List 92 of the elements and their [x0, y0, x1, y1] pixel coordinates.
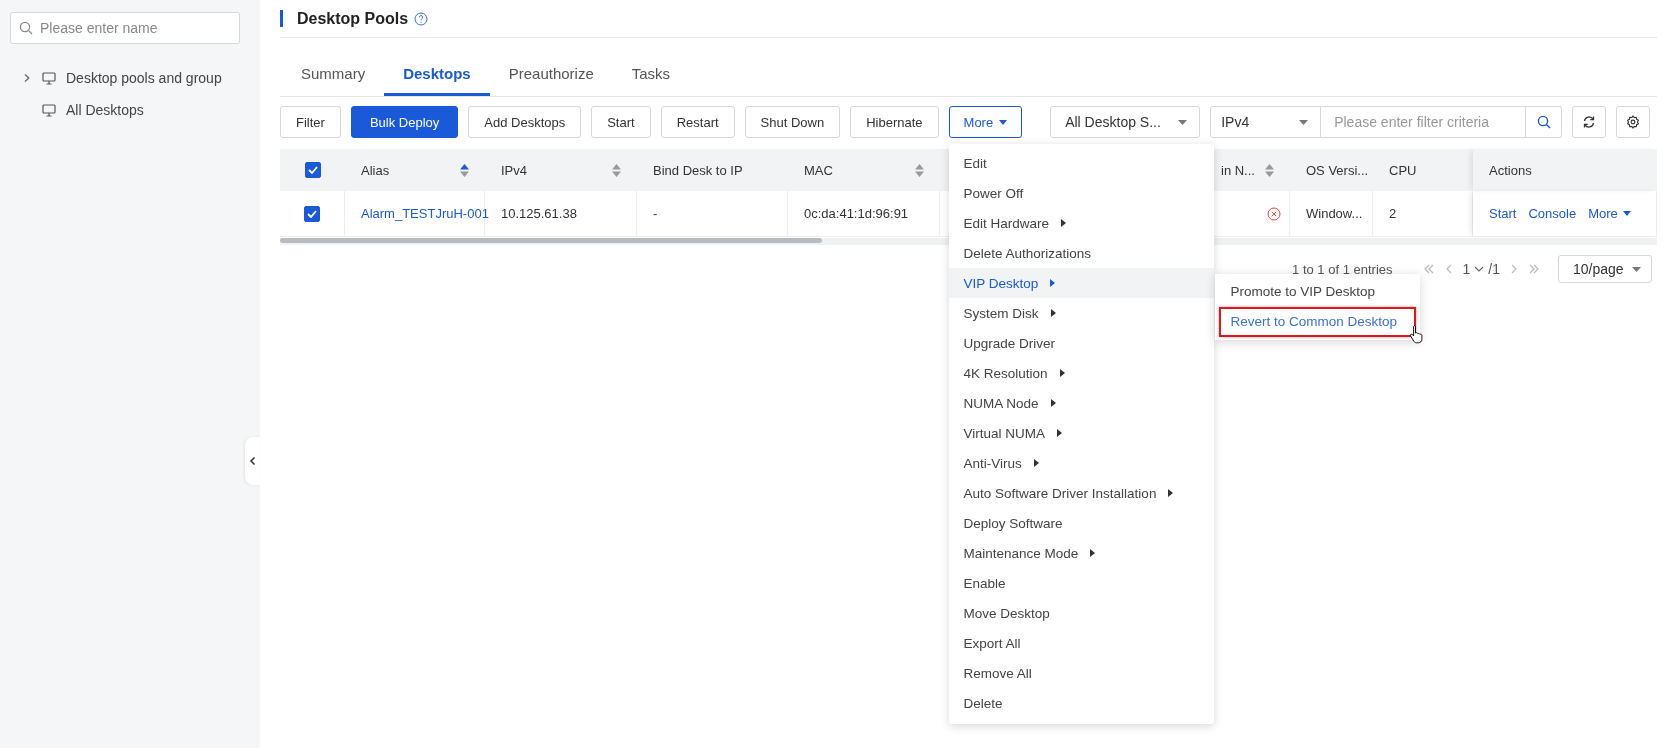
menu-item[interactable]: Virtual NUMA: [948, 418, 1214, 448]
column-header: MAC: [804, 162, 833, 178]
menu-item[interactable]: Edit Hardware: [948, 208, 1214, 238]
page-title: Desktop Pools: [297, 9, 409, 28]
menu-item[interactable]: Enable: [948, 568, 1214, 598]
menu-item[interactable]: Delete Authorizations: [948, 238, 1214, 268]
table-cell: 0c:da:41:1d:96:91: [804, 206, 909, 221]
sort-icon[interactable]: [1265, 163, 1274, 177]
checkbox[interactable]: [304, 205, 320, 222]
toolbar-button[interactable]: Hibernate: [850, 106, 939, 138]
sort-icon[interactable]: [915, 163, 924, 177]
sort-icon[interactable]: [460, 163, 469, 177]
caret-icon: [1632, 266, 1641, 272]
toolbar-button[interactable]: Shut Down: [744, 106, 841, 138]
menu-item[interactable]: Maintenance Mode: [948, 538, 1214, 568]
toolbar-button[interactable]: Add Desktops: [468, 106, 582, 138]
toolbar-button[interactable]: Restart: [660, 106, 735, 138]
tab[interactable]: Preauthorize: [489, 58, 613, 96]
column-header: Bind Desk to IP: [653, 162, 743, 178]
last-page-icon[interactable]: [1528, 264, 1540, 274]
scrollbar-thumb[interactable]: [280, 238, 822, 243]
search-button[interactable]: [1526, 106, 1563, 138]
table-cell: 10.125.61.38: [501, 206, 577, 221]
search-icon: [19, 21, 33, 35]
column-header: IPv4: [501, 162, 527, 178]
menu-item[interactable]: Move Desktop: [948, 598, 1214, 628]
caret-icon: [1178, 119, 1188, 125]
menu-item[interactable]: Remove All: [948, 658, 1214, 688]
collapse-handle[interactable]: [245, 437, 260, 485]
action-link[interactable]: Start: [1489, 206, 1517, 221]
table-cell: Window...: [1306, 206, 1363, 221]
table-cell: -: [653, 206, 658, 221]
column-header: Actions: [1489, 162, 1532, 178]
menu-item[interactable]: Deploy Software: [948, 508, 1214, 538]
chevron-icon[interactable]: [22, 73, 32, 83]
check-icon: [307, 166, 318, 174]
page-size-select[interactable]: 10/page: [1558, 255, 1652, 283]
tab[interactable]: Summary: [282, 58, 385, 96]
page-total: /1: [1488, 261, 1500, 277]
filter-field[interactable]: Please enter filter criteria: [1321, 106, 1527, 138]
monitor-icon: [42, 71, 56, 85]
refresh-button[interactable]: [1572, 106, 1607, 138]
tab[interactable]: Desktops: [384, 58, 490, 96]
column-header: in N...: [1221, 162, 1255, 178]
help-icon[interactable]: [414, 11, 429, 26]
menu-item[interactable]: Anti-Virus: [948, 448, 1214, 478]
monitor-icon: [42, 103, 56, 117]
page-select[interactable]: 1: [1462, 261, 1485, 277]
action-link[interactable]: Console: [1528, 206, 1577, 221]
menu-item[interactable]: Revert to Common Desktop: [1218, 307, 1416, 337]
action-link[interactable]: More: [1588, 206, 1631, 221]
sort-icon[interactable]: [612, 163, 621, 177]
column-header: OS Versi...: [1306, 162, 1369, 178]
table-cell: 2: [1389, 206, 1397, 221]
menu-item[interactable]: 4K Resolution: [948, 358, 1214, 388]
search-icon: [1536, 115, 1551, 129]
refresh-icon: [1582, 115, 1597, 129]
filter-type-select[interactable]: IPv4: [1210, 106, 1322, 138]
first-page-icon[interactable]: [1422, 264, 1435, 274]
entries-summary: 1 to 1 of 1 entries: [1292, 261, 1393, 277]
tree-item[interactable]: Desktop pools and group: [66, 70, 222, 86]
menu-item[interactable]: Power Off: [948, 178, 1214, 208]
column-header: Alias: [361, 162, 390, 178]
search-field[interactable]: Please enter name: [10, 12, 240, 44]
menu-item[interactable]: Delete: [948, 688, 1214, 718]
menu-item[interactable]: Edit: [948, 148, 1214, 178]
previous-page-icon[interactable]: [1444, 264, 1453, 274]
alias-link[interactable]: Alarm_TESTJruH-001: [361, 206, 489, 221]
settings-button[interactable]: [1616, 106, 1651, 138]
chevron-icon: [1474, 266, 1485, 272]
check-icon: [307, 209, 317, 218]
more-button[interactable]: More: [948, 106, 1023, 138]
status-select[interactable]: All Desktop S...: [1050, 106, 1201, 138]
toolbar-button[interactable]: Start: [591, 106, 651, 138]
toolbar-button[interactable]: Bulk Deploy: [350, 106, 459, 138]
menu-item[interactable]: Promote to VIP Desktop: [1218, 277, 1416, 307]
menu-item[interactable]: NUMA Node: [948, 388, 1214, 418]
next-page-icon[interactable]: [1510, 264, 1518, 274]
toolbar-button[interactable]: Filter: [280, 106, 341, 138]
tree-item[interactable]: All Desktops: [66, 102, 144, 118]
menu-item[interactable]: Export All: [948, 628, 1214, 658]
settings-icon: [1626, 115, 1641, 129]
tab[interactable]: Tasks: [612, 58, 690, 96]
chevron-icon: [248, 456, 257, 466]
caret-icon: [999, 119, 1008, 125]
menu-item[interactable]: Auto Software Driver Installation: [948, 478, 1214, 508]
menu-item[interactable]: VIP Desktop: [948, 268, 1214, 298]
checkbox[interactable]: [304, 162, 321, 178]
column-header: CPU: [1389, 162, 1417, 178]
caret-icon: [1299, 119, 1309, 125]
menu-item[interactable]: Upgrade Driver: [948, 328, 1214, 358]
menu-item[interactable]: System Disk: [948, 298, 1214, 328]
